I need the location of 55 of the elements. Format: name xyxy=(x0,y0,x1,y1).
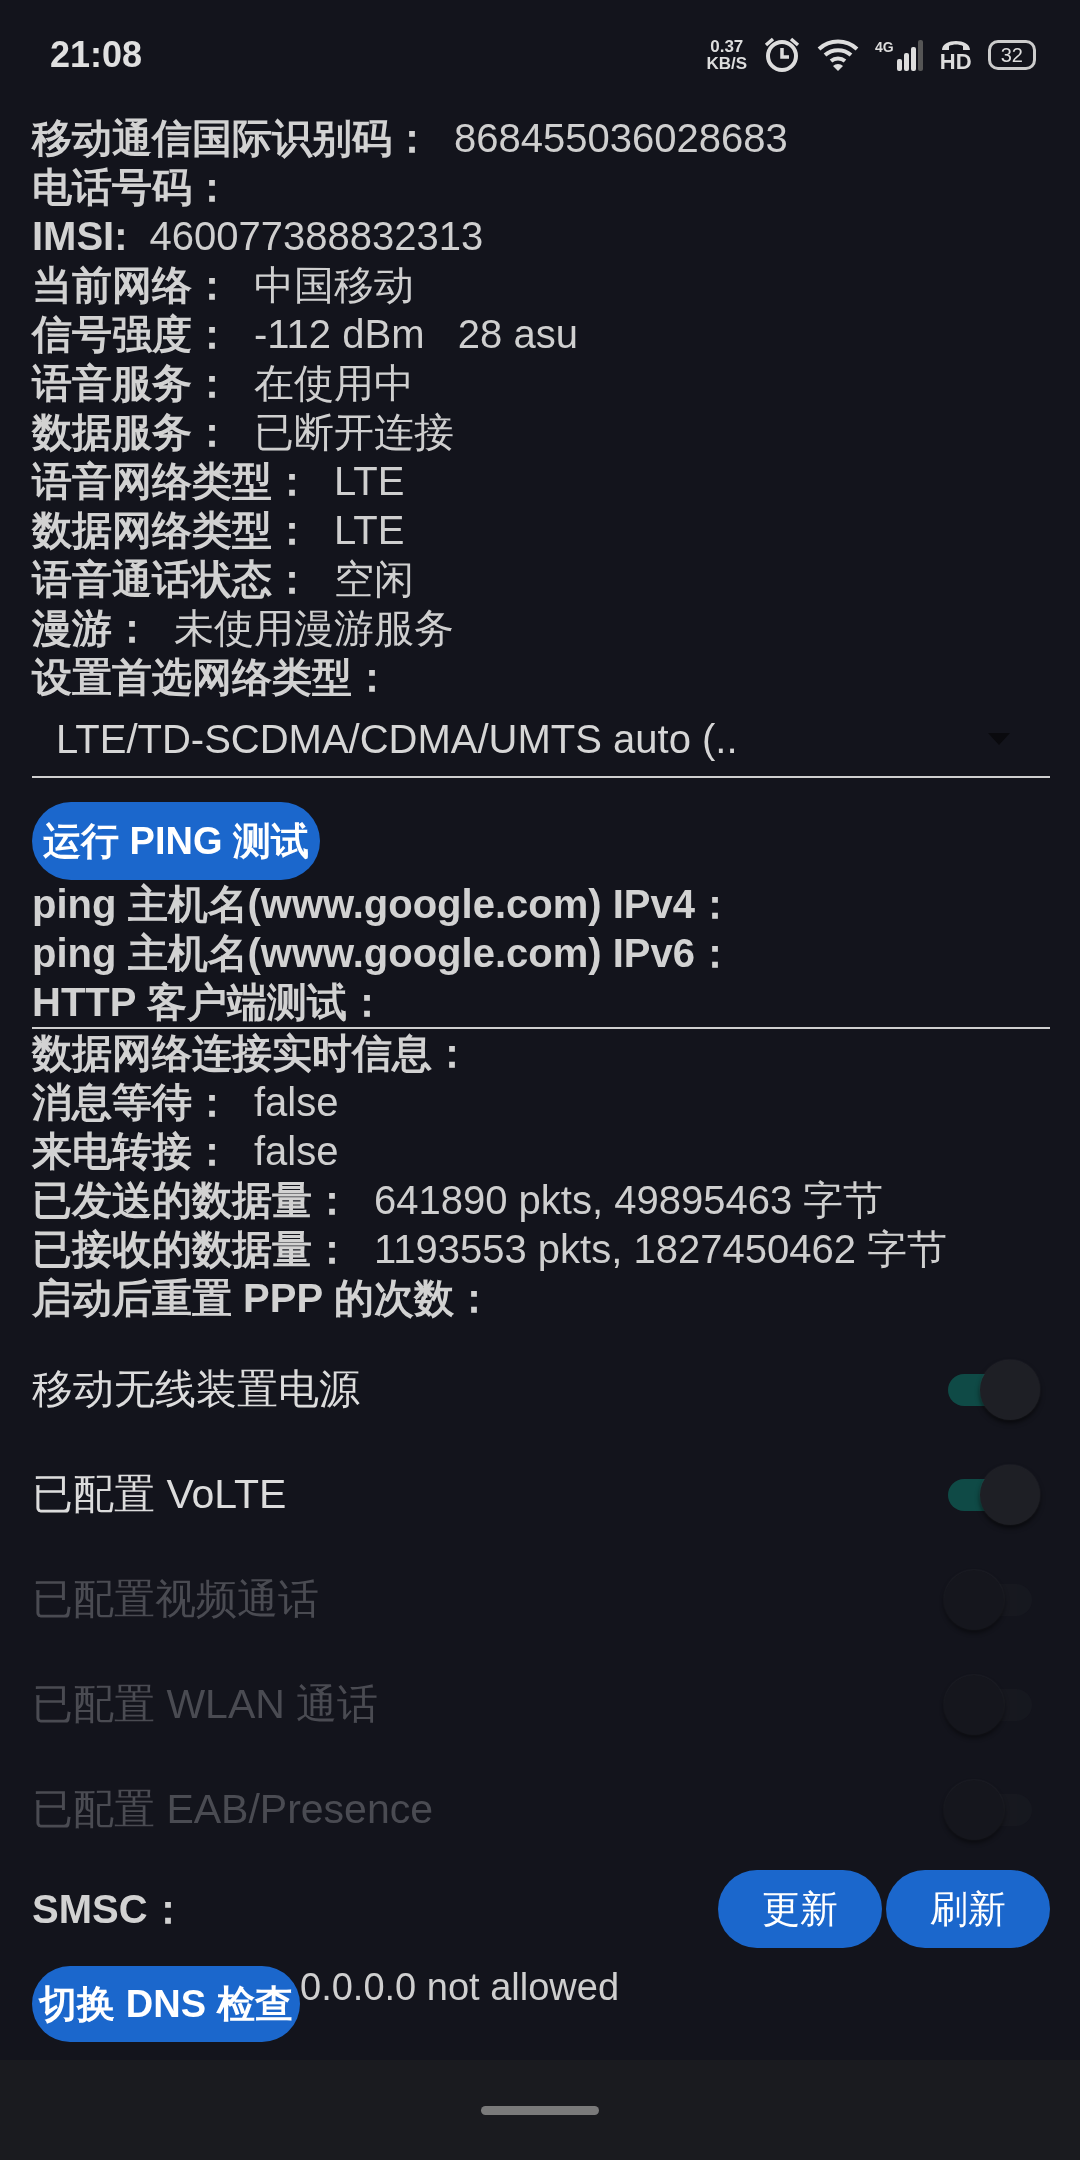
data-info-value: 1193553 pkts, 1827450462 字节 xyxy=(374,1226,948,1273)
battery-icon: 32 xyxy=(987,40,1036,70)
data-info-label: 消息等待： xyxy=(32,1079,232,1126)
info-value: 未使用漫游服务 xyxy=(174,605,454,652)
data-info-value: 641890 pkts, 49895463 字节 xyxy=(374,1177,884,1224)
info-value: 中国移动 xyxy=(254,262,414,309)
info-label: 电话号码： xyxy=(32,164,232,211)
info-label: 设置首选网络类型： xyxy=(32,654,392,701)
smsc-button[interactable]: 更新 xyxy=(718,1870,882,1948)
alarm-clock-icon xyxy=(763,36,802,74)
phone-icon xyxy=(939,38,972,52)
net-speed: 0.37 xyxy=(710,38,744,55)
ping-result-label: ping 主机名(www.google.com) IPv6： xyxy=(32,930,735,977)
info-label: 数据网络类型： xyxy=(32,507,312,554)
home-handle[interactable] xyxy=(481,2105,599,2115)
network-type: 4G xyxy=(875,39,894,55)
setting-label: 移动无线装置电源 xyxy=(32,1365,360,1414)
info-value: LTE xyxy=(334,508,405,553)
data-info-label: 已发送的数据量： xyxy=(32,1177,352,1224)
info-value: 在使用中 xyxy=(254,360,414,407)
data-info-label: 已接收的数据量： xyxy=(32,1226,352,1273)
ping-test-button[interactable]: 运行 PING 测试 xyxy=(32,802,320,880)
signal-icon xyxy=(895,39,924,71)
data-info-value: false xyxy=(254,1129,339,1174)
info-label: 数据服务： xyxy=(32,409,232,456)
dns-check-button[interactable]: 切换 DNS 检查 xyxy=(32,1966,300,2042)
ping-result-label: HTTP 客户端测试： xyxy=(32,979,387,1026)
net-speed-unit: KB/S xyxy=(706,55,748,72)
dns-status: 0.0.0.0 not allowed xyxy=(300,1966,619,2009)
info-label: 语音通话状态： xyxy=(32,556,312,603)
network-type-dropdown[interactable]: LTE/TD-SCDMA/CDMA/UMTS auto (.. xyxy=(32,702,1050,778)
info-label: 语音网络类型： xyxy=(32,458,312,505)
data-info-value: false xyxy=(254,1080,339,1125)
setting-label: 已配置 VoLTE xyxy=(32,1470,287,1519)
info-value: LTE xyxy=(334,459,405,504)
info-label: 当前网络： xyxy=(32,262,232,309)
info-label: 漫游： xyxy=(32,605,152,652)
info-label: IMSI: xyxy=(32,214,128,259)
wifi-icon xyxy=(817,38,860,72)
data-info-label: 数据网络连接实时信息： xyxy=(32,1030,472,1077)
info-label: 信号强度： xyxy=(32,311,232,358)
hd-label: HD xyxy=(939,52,972,72)
info-value: -112 dBm 28 asu xyxy=(254,312,578,357)
smsc-button[interactable]: 刷新 xyxy=(886,1870,1050,1948)
info-value: 868455036028683 xyxy=(454,116,788,161)
ping-result-label: ping 主机名(www.google.com) IPv4： xyxy=(32,881,735,928)
info-value: 已断开连接 xyxy=(254,409,454,456)
data-info-label: 来电转接： xyxy=(32,1128,232,1175)
info-label: 语音服务： xyxy=(32,360,232,407)
data-info-label: 启动后重置 PPP 的次数： xyxy=(32,1275,494,1322)
info-value: 空闲 xyxy=(334,556,414,603)
smsc-label: SMSC： xyxy=(32,1885,188,1933)
info-label: 移动通信国际识别码： xyxy=(32,115,432,162)
info-value: 460077388832313 xyxy=(149,214,484,259)
clock-time: 21:08 xyxy=(50,34,143,76)
